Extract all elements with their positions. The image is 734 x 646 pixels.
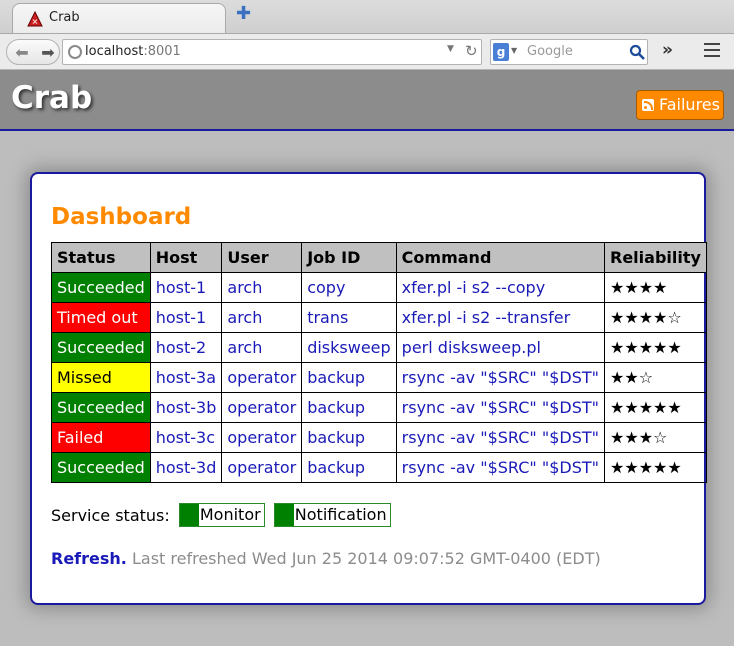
browser-tab[interactable]: ✕ Crab — [12, 3, 226, 34]
command-link[interactable]: rsync -av "$SRC" "$DST" — [395, 362, 606, 393]
host-link[interactable]: host-3d — [149, 452, 223, 483]
host-link[interactable]: host-3c — [149, 422, 223, 453]
table-row: Succeeded host-1 arch copy xfer.pl -i s2… — [51, 272, 707, 303]
jobs-table: Status Host User Job ID Command Reliabil… — [51, 242, 707, 483]
status-cell: Missed — [51, 362, 151, 393]
status-cell: Timed out — [51, 302, 151, 333]
url-host: localhost — [85, 44, 144, 59]
new-tab-icon[interactable]: ✚ — [236, 5, 251, 23]
svg-text:✕: ✕ — [32, 18, 39, 27]
reliability-stars: ★★★☆ — [604, 422, 707, 453]
url-text: localhost:8001 — [85, 44, 181, 59]
column-header-host: Host — [149, 242, 223, 273]
tab-strip: ✕ Crab ✚ — [0, 0, 734, 34]
table-header-row: Status Host User Job ID Command Reliabil… — [51, 242, 707, 273]
table-row: Missed host-3a operator backup rsync -av… — [51, 362, 707, 393]
user-link[interactable]: arch — [221, 302, 303, 333]
host-link[interactable]: host-3a — [149, 362, 223, 393]
app-header: Crab Failures — [0, 70, 734, 131]
dashboard-panel: Dashboard Status Host User Job ID Comman… — [30, 172, 707, 605]
engine-dropdown-icon[interactable]: ▼ — [511, 46, 517, 55]
url-bar[interactable]: localhost:8001 ▼ ↻ — [62, 39, 482, 65]
job-id-link[interactable]: trans — [301, 302, 397, 333]
status-cell: Failed — [51, 422, 151, 453]
hamburger-menu-icon[interactable] — [704, 43, 720, 57]
status-cell: Succeeded — [51, 392, 151, 423]
monitor-status-badge: Monitor — [178, 503, 265, 527]
job-id-link[interactable]: backup — [301, 362, 397, 393]
globe-icon — [68, 45, 82, 59]
user-link[interactable]: operator — [221, 452, 303, 483]
rss-feed-icon — [642, 99, 654, 111]
back-icon[interactable]: ⬅ — [11, 42, 33, 64]
failures-label: Failures — [659, 95, 720, 114]
forward-icon[interactable]: ➡ — [39, 42, 57, 64]
table-row: Timed out host-1 arch trans xfer.pl -i s… — [51, 302, 707, 333]
status-cell: Succeeded — [51, 452, 151, 483]
host-link[interactable]: host-1 — [149, 302, 223, 333]
dashboard-title: Dashboard — [51, 204, 192, 230]
reliability-stars: ★★★★★ — [604, 452, 707, 483]
table-row: Failed host-3c operator backup rsync -av… — [51, 422, 707, 453]
column-header-status: Status — [51, 242, 151, 273]
navigation-toolbar: ⬅ ➡ localhost:8001 ▼ ↻ g ▼ Google » — [0, 33, 734, 70]
job-id-link[interactable]: disksweep — [301, 332, 397, 363]
monitor-label: Monitor — [199, 505, 261, 524]
user-link[interactable]: arch — [221, 272, 303, 303]
reliability-stars: ★★☆ — [604, 362, 707, 393]
command-link[interactable]: rsync -av "$SRC" "$DST" — [395, 452, 606, 483]
crab-favicon-icon: ✕ — [27, 11, 43, 27]
job-id-link[interactable]: copy — [301, 272, 397, 303]
job-id-link[interactable]: backup — [301, 422, 397, 453]
host-link[interactable]: host-3b — [149, 392, 223, 423]
command-link[interactable]: rsync -av "$SRC" "$DST" — [395, 422, 606, 453]
service-status: Service status: Monitor Notification — [51, 503, 391, 528]
failures-button[interactable]: Failures — [636, 90, 724, 120]
user-link[interactable]: operator — [221, 422, 303, 453]
search-placeholder: Google — [527, 44, 573, 59]
refresh-link[interactable]: Refresh. — [51, 549, 127, 568]
user-link[interactable]: arch — [221, 332, 303, 363]
column-header-reliability: Reliability — [604, 242, 707, 273]
search-icon[interactable] — [629, 44, 645, 60]
app-title: Crab — [11, 80, 93, 116]
search-bar[interactable]: g ▼ Google — [490, 39, 648, 65]
reliability-stars: ★★★★ — [604, 272, 707, 303]
command-link[interactable]: xfer.pl -i s2 --transfer — [395, 302, 606, 333]
column-header-command: Command — [395, 242, 606, 273]
command-link[interactable]: xfer.pl -i s2 --copy — [395, 272, 606, 303]
status-cell: Succeeded — [51, 272, 151, 303]
column-header-user: User — [221, 242, 303, 273]
reliability-stars: ★★★★★ — [604, 332, 707, 363]
search-engine-icon[interactable]: g — [493, 43, 509, 61]
table-row: Succeeded host-3d operator backup rsync … — [51, 452, 707, 483]
user-link[interactable]: operator — [221, 362, 303, 393]
job-id-link[interactable]: backup — [301, 392, 397, 423]
command-link[interactable]: perl disksweep.pl — [395, 332, 606, 363]
table-row: Succeeded host-3b operator backup rsync … — [51, 392, 707, 423]
notification-status-badge: Notification — [273, 503, 391, 527]
reload-icon[interactable]: ↻ — [465, 42, 478, 60]
url-port: :8001 — [143, 44, 181, 59]
column-header-job-id: Job ID — [301, 242, 397, 273]
overflow-chevron-icon[interactable]: » — [662, 40, 673, 60]
refresh-line: Refresh. Last refreshed Wed Jun 25 2014 … — [51, 549, 601, 568]
job-id-link[interactable]: backup — [301, 452, 397, 483]
host-link[interactable]: host-1 — [149, 272, 223, 303]
host-link[interactable]: host-2 — [149, 332, 223, 363]
tab-title: Crab — [49, 10, 80, 25]
last-refreshed-text: Last refreshed Wed Jun 25 2014 09:07:52 … — [131, 549, 601, 568]
reliability-stars: ★★★★★ — [604, 392, 707, 423]
status-ok-icon — [179, 504, 199, 526]
table-row: Succeeded host-2 arch disksweep perl dis… — [51, 332, 707, 363]
url-dropdown-icon[interactable]: ▼ — [447, 44, 454, 54]
reliability-stars: ★★★★☆ — [604, 302, 707, 333]
command-link[interactable]: rsync -av "$SRC" "$DST" — [395, 392, 606, 423]
notification-label: Notification — [294, 505, 387, 524]
user-link[interactable]: operator — [221, 392, 303, 423]
history-buttons: ⬅ ➡ — [6, 39, 60, 65]
status-ok-icon — [274, 504, 294, 526]
service-status-label: Service status: — [51, 506, 170, 525]
status-cell: Succeeded — [51, 332, 151, 363]
